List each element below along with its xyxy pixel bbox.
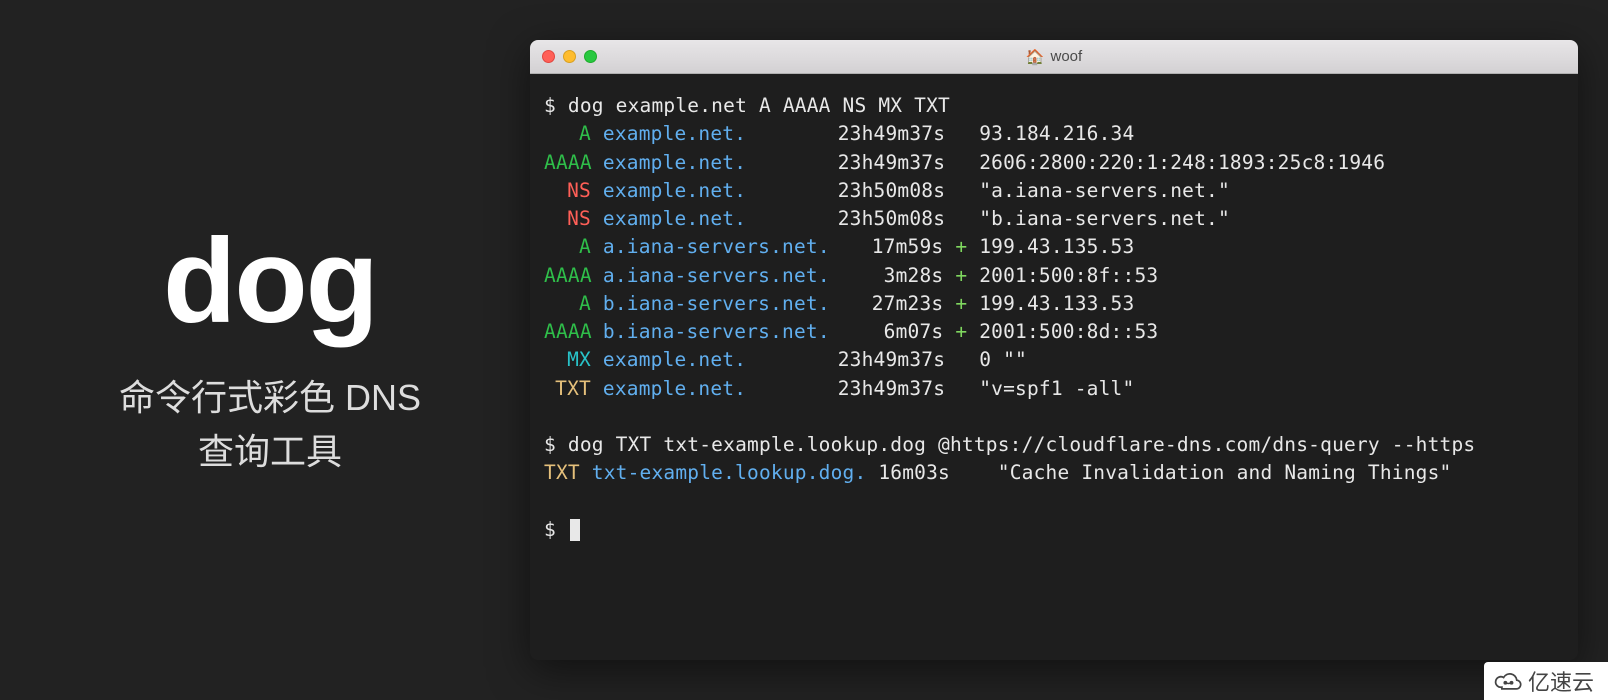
dns-record-row: AAAA a.iana-servers.net.3m28s + 2001:500… bbox=[544, 262, 1564, 290]
plus-icon: + bbox=[955, 264, 967, 287]
record-value: 0 "" bbox=[979, 348, 1027, 371]
record-value: "v=spf1 -all" bbox=[979, 377, 1134, 400]
record-domain: b.iana-servers.net. bbox=[603, 290, 838, 318]
watermark: 亿速云 bbox=[1484, 662, 1608, 700]
record-domain: example.net. bbox=[603, 346, 838, 374]
record-type: TXT bbox=[544, 375, 591, 403]
record-value: "b.iana-servers.net." bbox=[979, 207, 1230, 230]
record-value: 2001:500:8f::53 bbox=[979, 264, 1158, 287]
record-ttl: 6m07s bbox=[838, 318, 944, 346]
record-type: A bbox=[544, 290, 591, 318]
close-icon[interactable] bbox=[542, 50, 555, 63]
record-ttl: 23h49m37s bbox=[838, 346, 944, 374]
minimize-icon[interactable] bbox=[563, 50, 576, 63]
record-ttl: 27m23s bbox=[838, 290, 944, 318]
record-value: 199.43.133.53 bbox=[979, 292, 1134, 315]
record-ttl: 23h49m37s bbox=[838, 120, 944, 148]
terminal-body[interactable]: $ dog example.net A AAAA NS MX TXTA exam… bbox=[530, 74, 1578, 562]
record-ttl: 16m03s bbox=[878, 461, 950, 484]
record-domain: example.net. bbox=[603, 120, 838, 148]
watermark-text: 亿速云 bbox=[1528, 665, 1594, 697]
dns-record-row: AAAA b.iana-servers.net.6m07s + 2001:500… bbox=[544, 318, 1564, 346]
main-layout: dog 命令行式彩色 DNS 查询工具 🏠 woof $ dog example… bbox=[0, 0, 1608, 700]
record-domain: example.net. bbox=[603, 205, 838, 233]
home-icon: 🏠 bbox=[1026, 48, 1045, 66]
record-value: "a.iana-servers.net." bbox=[979, 179, 1230, 202]
record-type: NS bbox=[544, 177, 591, 205]
record-type: AAAA bbox=[544, 149, 591, 177]
record-type: A bbox=[544, 120, 591, 148]
record-type: NS bbox=[544, 205, 591, 233]
record-domain: txt-example.lookup.dog. bbox=[592, 461, 867, 484]
record-value: "Cache Invalidation and Naming Things" bbox=[998, 461, 1452, 484]
dns-record-row: MX example.net.23h49m37s 0 "" bbox=[544, 346, 1564, 374]
record-ttl: 23h49m37s bbox=[838, 375, 944, 403]
plus-icon: + bbox=[955, 292, 967, 315]
dns-record-row: A b.iana-servers.net.27m23s + 199.43.133… bbox=[544, 290, 1564, 318]
record-value: 93.184.216.34 bbox=[979, 122, 1134, 145]
command-text: dog example.net A AAAA NS MX TXT bbox=[568, 94, 950, 117]
record-type: AAAA bbox=[544, 262, 591, 290]
hero-title: dog bbox=[30, 221, 510, 341]
record-domain: a.iana-servers.net. bbox=[603, 233, 838, 261]
cursor-icon bbox=[570, 519, 580, 541]
record-type: A bbox=[544, 233, 591, 261]
command-line: $ dog TXT txt-example.lookup.dog @https:… bbox=[544, 431, 1564, 459]
window-title: 🏠 woof bbox=[1026, 48, 1082, 66]
record-ttl: 23h49m37s bbox=[838, 149, 944, 177]
plus-icon: + bbox=[955, 320, 967, 343]
record-type: TXT bbox=[544, 461, 580, 484]
record-domain: b.iana-servers.net. bbox=[603, 318, 838, 346]
traffic-lights bbox=[542, 50, 597, 63]
prompt: $ bbox=[544, 94, 556, 117]
record-value: 2001:500:8d::53 bbox=[979, 320, 1158, 343]
maximize-icon[interactable] bbox=[584, 50, 597, 63]
record-domain: example.net. bbox=[603, 177, 838, 205]
hero-subtitle: 命令行式彩色 DNS 查询工具 bbox=[30, 371, 510, 479]
cloud-icon bbox=[1494, 671, 1522, 691]
dns-record-row: TXT example.net.23h49m37s "v=spf1 -all" bbox=[544, 375, 1564, 403]
dns-record-row: AAAA example.net.23h49m37s 2606:2800:220… bbox=[544, 149, 1564, 177]
record-domain: example.net. bbox=[603, 149, 838, 177]
terminal-window: 🏠 woof $ dog example.net A AAAA NS MX TX… bbox=[530, 40, 1578, 660]
hero-subtitle-line1: 命令行式彩色 DNS bbox=[119, 377, 421, 418]
window-titlebar[interactable]: 🏠 woof bbox=[530, 40, 1578, 74]
blank-line bbox=[544, 403, 1564, 431]
dns-record-row: TXT txt-example.lookup.dog. 16m03s "Cach… bbox=[544, 459, 1564, 487]
command-line: $ dog example.net A AAAA NS MX TXT bbox=[544, 92, 1564, 120]
prompt: $ bbox=[544, 433, 556, 456]
record-domain: a.iana-servers.net. bbox=[603, 262, 838, 290]
record-type: MX bbox=[544, 346, 591, 374]
command-line[interactable]: $ bbox=[544, 516, 1564, 544]
record-ttl: 17m59s bbox=[838, 233, 944, 261]
dns-record-row: A example.net.23h49m37s 93.184.216.34 bbox=[544, 120, 1564, 148]
record-ttl: 3m28s bbox=[838, 262, 944, 290]
record-value: 199.43.135.53 bbox=[979, 235, 1134, 258]
hero-panel: dog 命令行式彩色 DNS 查询工具 bbox=[30, 221, 510, 479]
record-ttl: 23h50m08s bbox=[838, 205, 944, 233]
dns-record-row: A a.iana-servers.net.17m59s + 199.43.135… bbox=[544, 233, 1564, 261]
dns-record-row: NS example.net.23h50m08s "b.iana-servers… bbox=[544, 205, 1564, 233]
window-title-text: woof bbox=[1051, 48, 1083, 65]
dns-record-row: NS example.net.23h50m08s "a.iana-servers… bbox=[544, 177, 1564, 205]
prompt: $ bbox=[544, 518, 556, 541]
blank-line bbox=[544, 488, 1564, 516]
plus-icon: + bbox=[955, 235, 967, 258]
command-text: dog TXT txt-example.lookup.dog @https://… bbox=[568, 433, 1475, 456]
record-value: 2606:2800:220:1:248:1893:25c8:1946 bbox=[979, 151, 1385, 174]
hero-subtitle-line2: 查询工具 bbox=[198, 431, 342, 472]
record-type: AAAA bbox=[544, 318, 591, 346]
record-ttl: 23h50m08s bbox=[838, 177, 944, 205]
record-domain: example.net. bbox=[603, 375, 838, 403]
